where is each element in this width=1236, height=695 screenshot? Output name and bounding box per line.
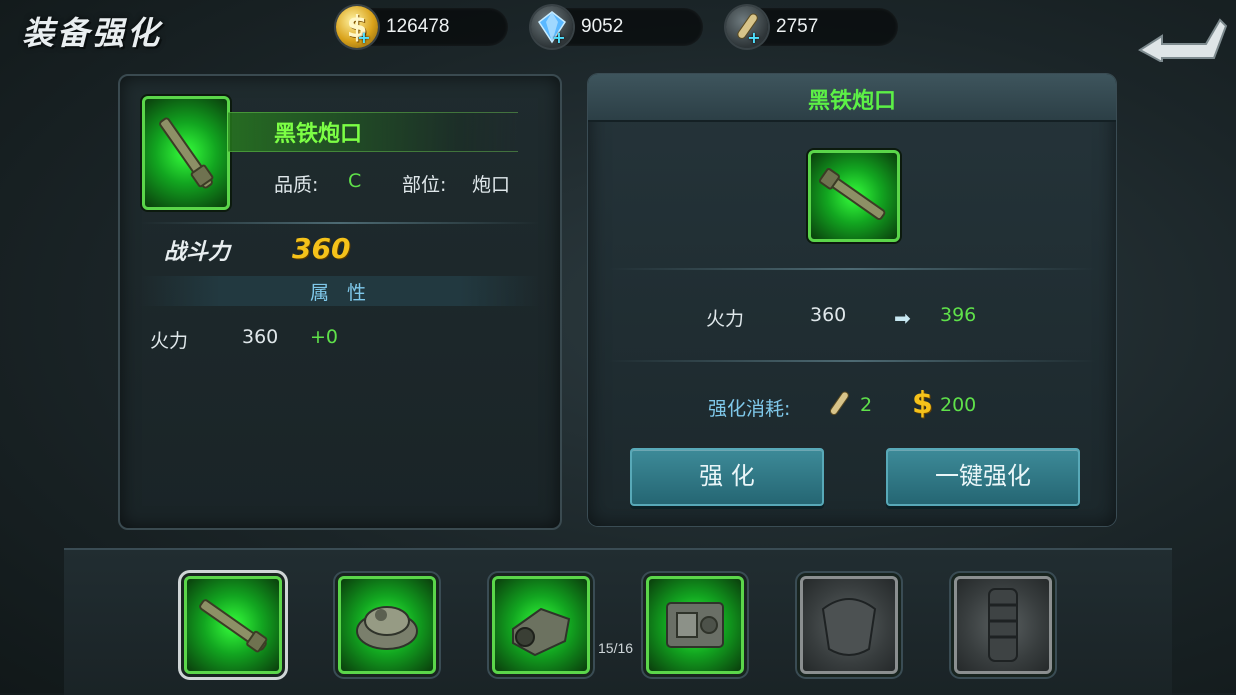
combat-power-value: 360 [292, 232, 351, 265]
slot-barrel[interactable] [184, 576, 282, 674]
armor-plate-icon [821, 598, 877, 656]
dollar-icon: $ [912, 386, 933, 421]
track-icon [988, 588, 1018, 662]
divider [608, 360, 1096, 362]
item-name: 黑铁炮口 [274, 122, 363, 147]
attr-name: 火力 [150, 330, 189, 352]
plus-icon: + [357, 28, 371, 47]
shell-icon: + [726, 6, 768, 48]
slot-engine[interactable] [492, 576, 590, 674]
slot-track-locked[interactable] [954, 576, 1052, 674]
gold-value: 126478 [386, 16, 450, 37]
plus-icon: + [747, 28, 761, 47]
combat-power-label: 战斗力 [164, 240, 231, 265]
attributes-title: 属 性 [310, 282, 373, 304]
back-button[interactable] [1136, 14, 1228, 64]
cost-label: 强化消耗: [708, 398, 791, 420]
quality-label: 品质: [274, 174, 319, 196]
divider [608, 268, 1096, 270]
auto-upgrade-button[interactable]: 一键强化 [886, 448, 1080, 506]
slot-value: 炮口 [472, 174, 511, 196]
quality-value: C [348, 170, 362, 192]
upgrade-button[interactable]: 强 化 [630, 448, 824, 506]
armor-machine-icon [666, 602, 724, 648]
cost-material: 2 [860, 394, 873, 416]
plus-icon: + [552, 28, 566, 47]
diamond-resource[interactable]: + 9052 [531, 6, 703, 48]
stat-name: 火力 [706, 308, 745, 330]
cannon-barrel-icon [818, 168, 886, 220]
arrow-right-icon: ➡ [894, 306, 911, 330]
cannon-barrel-icon [199, 599, 268, 653]
diamond-value: 9052 [581, 16, 624, 37]
equipment-icon-frame[interactable] [142, 96, 230, 210]
turret-icon [356, 606, 418, 650]
slot-label: 部位: [402, 174, 447, 196]
attr-value: 360 [242, 326, 279, 348]
page-title: 装备强化 [22, 14, 163, 52]
diamond-icon: + [531, 6, 573, 48]
slot-turret[interactable] [338, 576, 436, 674]
stat-current: 360 [810, 304, 847, 326]
upgrade-item-title: 黑铁炮口 [807, 89, 896, 114]
attr-bonus: +0 [310, 326, 339, 348]
upgrade-item-icon-frame [808, 150, 900, 242]
dollar-coin-icon: $ + [336, 6, 378, 48]
upgrade-panel: 黑铁炮口 火力 360 ➡ 396 强化消耗: 2 $ 200 强 化 一键强化 [588, 74, 1116, 526]
engine-icon [512, 607, 571, 657]
shell-icon [824, 388, 854, 422]
material-value: 2757 [776, 16, 819, 37]
divider [140, 222, 540, 224]
cannon-barrel-icon [159, 117, 214, 189]
cost-gold: 200 [940, 394, 977, 416]
equipment-info-panel: 黑铁炮口 品质: C 部位: 炮口 战斗力 360 属 性 火力 360 +0 [118, 74, 562, 530]
back-arrow-icon [1138, 18, 1228, 64]
slot-plate-locked[interactable] [800, 576, 898, 674]
slot-armor[interactable] [646, 576, 744, 674]
upgrade-panel-header: 黑铁炮口 [588, 74, 1116, 122]
material-resource[interactable]: + 2757 [726, 6, 898, 48]
page-indicator: 15/16 [598, 640, 634, 656]
gold-resource[interactable]: $ + 126478 [336, 6, 508, 48]
stat-next: 396 [940, 304, 977, 326]
item-name-bar [228, 112, 518, 152]
